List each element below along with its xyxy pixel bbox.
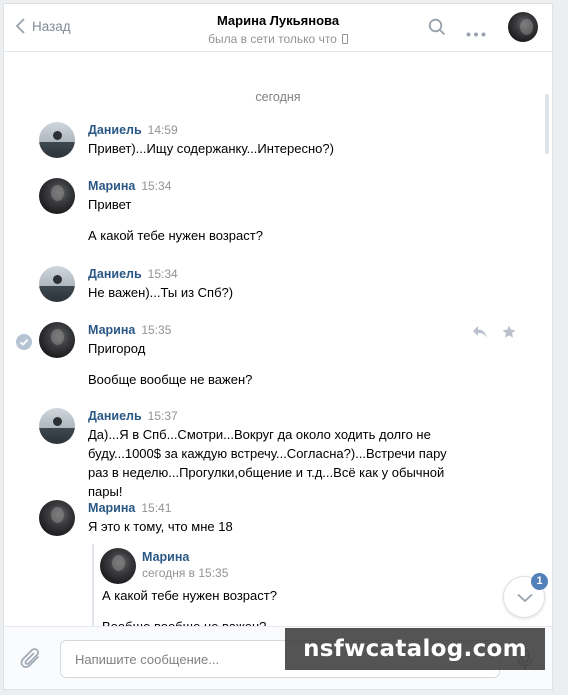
message[interactable]: Даниель 15:37 Да)...Я в Спб...Смотри...Во… — [39, 408, 509, 499]
star-icon[interactable] — [502, 325, 516, 339]
message-text: Пригород — [88, 341, 146, 356]
message-text: Привет — [88, 197, 132, 212]
message-text: А какой тебе нужен возраст? — [88, 228, 263, 243]
avatar[interactable] — [39, 322, 75, 358]
author-name[interactable]: Даниель — [88, 267, 142, 281]
date-divider: сегодня — [255, 90, 301, 104]
chevron-down-icon — [517, 593, 533, 603]
message-text: Привет)...Ищу содержанку...Интересно?) — [88, 141, 334, 156]
author-name[interactable]: Марина — [88, 179, 135, 193]
paperclip-icon[interactable] — [20, 647, 42, 674]
avatar[interactable] — [39, 266, 75, 302]
forwarded-line: А какой тебе нужен возраст? — [102, 588, 277, 603]
author-name[interactable]: Марина — [88, 323, 135, 337]
avatar[interactable] — [100, 548, 136, 584]
message-text: Вообще вообще не важен? — [88, 372, 253, 387]
message[interactable]: Марина 15:41 Я это к тому, что мне 18 — [39, 500, 509, 540]
author-name[interactable]: Даниель — [88, 123, 142, 137]
author-name[interactable]: Даниель — [88, 409, 142, 423]
message-text: Да)...Я в Спб...Смотри...Вокруг да около… — [88, 427, 447, 499]
search-icon[interactable] — [428, 18, 446, 39]
message[interactable]: Марина 15:35 Пригород Вообще вообще не ва… — [39, 322, 509, 396]
forwarded-message[interactable]: Марина сегодня в 15:35 А какой тебе нуже… — [92, 544, 512, 634]
read-check-icon[interactable] — [16, 334, 32, 350]
more-icon[interactable] — [466, 25, 486, 40]
message-time[interactable]: 14:59 — [148, 123, 178, 137]
chat-window: Назад Марина Лукьянова была в сети тольк… — [3, 3, 553, 690]
chat-header: Назад Марина Лукьянова была в сети тольк… — [4, 4, 552, 52]
header-avatar[interactable] — [508, 12, 538, 42]
avatar[interactable] — [39, 500, 75, 536]
message-time[interactable]: 15:41 — [141, 501, 171, 515]
status-text: была в сети только что — [208, 32, 337, 46]
message[interactable]: Даниель 15:34 Не важен)...Ты из Спб?) — [39, 266, 509, 306]
avatar[interactable] — [39, 122, 75, 158]
reply-icon[interactable] — [472, 325, 488, 339]
message-time[interactable]: 15:34 — [141, 179, 171, 193]
message-text: Не важен)...Ты из Спб?) — [88, 285, 234, 300]
message-actions — [472, 325, 516, 339]
author-name[interactable]: Марина — [88, 501, 135, 515]
avatar[interactable] — [39, 178, 75, 214]
forwarded-time[interactable]: сегодня в 15:35 — [142, 566, 228, 580]
message-time[interactable]: 15:35 — [141, 323, 171, 337]
message-text: Я это к тому, что мне 18 — [88, 519, 233, 534]
watermark: nsfwcatalog.com — [285, 628, 545, 670]
message-time[interactable]: 15:37 — [148, 409, 178, 423]
mobile-icon — [341, 34, 348, 44]
forwarded-author[interactable]: Марина — [142, 550, 189, 564]
unread-badge: 1 — [531, 573, 548, 590]
message-time[interactable]: 15:34 — [148, 267, 178, 281]
avatar[interactable] — [39, 408, 75, 444]
message[interactable]: Даниель 14:59 Привет)...Ищу содержанку...… — [39, 122, 509, 162]
message[interactable]: Марина 15:34 Привет А какой тебе нужен во… — [39, 178, 509, 252]
